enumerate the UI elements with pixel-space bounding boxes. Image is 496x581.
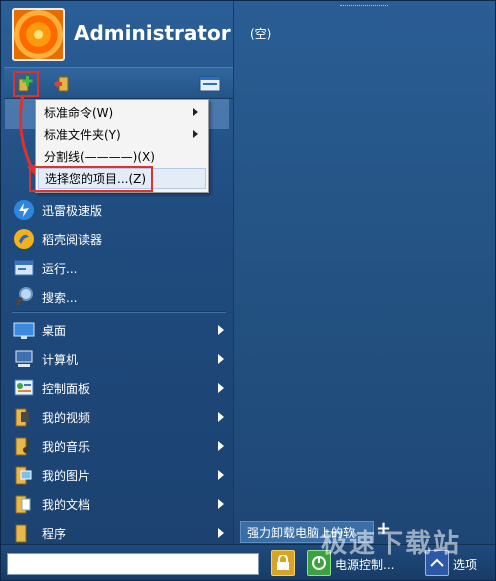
folder-programs-icon: [12, 521, 36, 545]
folder-music-icon: [12, 434, 36, 458]
submenu-arrow-icon: [218, 499, 224, 509]
menu-item-label: 迅雷极速版: [42, 203, 103, 218]
computer-icon: [12, 347, 36, 371]
exit-door-icon: [54, 76, 69, 92]
menu-item-label: 运行...: [42, 261, 78, 276]
user-name: Administrator: [74, 21, 231, 45]
ctx-standard-folders[interactable]: 标准文件夹(Y): [38, 124, 206, 145]
menu-item-label: 稻壳阅读器: [42, 232, 103, 247]
grip-handle[interactable]: [340, 5, 388, 8]
search-input[interactable]: [7, 553, 259, 575]
ctx-label: 标准文件夹(Y): [44, 128, 121, 142]
reader-icon: [12, 227, 36, 251]
avatar[interactable]: [12, 8, 65, 61]
submenu-arrow-icon: [218, 354, 224, 364]
desktop-icon: [12, 318, 36, 342]
empty-label: (空): [250, 27, 272, 41]
search-icon: [12, 285, 36, 309]
menu-item-label: 我的文档: [42, 497, 91, 512]
lock-button[interactable]: [271, 550, 295, 576]
submenu-arrow-icon: [218, 528, 224, 538]
ctx-separator-item[interactable]: 分割线(————)(X): [38, 146, 206, 167]
menu-item-reader[interactable]: 稻壳阅读器: [8, 225, 228, 253]
watermark: 极速下载站: [321, 529, 462, 559]
menu-item-search[interactable]: 搜索...: [8, 283, 228, 311]
right-panel: (空) 强力卸载电脑上的软 +: [233, 1, 495, 544]
submenu-arrow-icon: [193, 108, 198, 116]
lock-icon: [277, 555, 289, 570]
menu-item-label: 桌面: [42, 323, 67, 338]
menu-item-label: 程序: [42, 526, 67, 541]
submenu-arrow-icon: [218, 470, 224, 480]
view-button[interactable]: [197, 71, 223, 97]
menu-item-my-videos[interactable]: 我的视频: [8, 403, 228, 431]
menu-item-label: 我的视频: [42, 410, 91, 425]
user-header: Administrator: [4, 4, 233, 64]
menu-item-programs[interactable]: 程序: [8, 519, 228, 547]
menu-item-desktop[interactable]: 桌面: [8, 316, 228, 344]
separator: [12, 311, 226, 313]
highlight-box: [29, 166, 153, 192]
add-item-icon: [18, 76, 33, 92]
menu-item-label: 控制面板: [42, 381, 91, 396]
control-panel-icon: [12, 376, 36, 400]
submenu-arrow-icon: [193, 130, 198, 138]
left-panel: Administrator 迅雷极速版 稻壳阅读器 运行... 搜索... 桌面…: [4, 4, 233, 544]
ctx-label: 分割线(————)(X): [44, 150, 155, 164]
exit-button[interactable]: [49, 71, 75, 97]
submenu-arrow-icon: [218, 383, 224, 393]
folder-pictures-icon: [12, 463, 36, 487]
folder-video-icon: [12, 405, 36, 429]
menu-item-label: 我的图片: [42, 468, 91, 483]
run-icon: [12, 256, 36, 280]
menu-item-my-pictures[interactable]: 我的图片: [8, 461, 228, 489]
menu-item-label: 计算机: [42, 352, 79, 367]
menu-item-label: 搜索...: [42, 290, 78, 305]
submenu-arrow-icon: [218, 412, 224, 422]
start-menu: Administrator 迅雷极速版 稻壳阅读器 运行... 搜索... 桌面…: [0, 0, 496, 581]
submenu-arrow-icon: [218, 441, 224, 451]
window-icon: [199, 76, 221, 92]
menu-item-thunder[interactable]: 迅雷极速版: [8, 196, 228, 224]
thunder-icon: [12, 198, 36, 222]
folder-documents-icon: [12, 492, 36, 516]
menu-item-my-documents[interactable]: 我的文档: [8, 490, 228, 518]
menu-item-computer[interactable]: 计算机: [8, 345, 228, 373]
menu-item-label: 我的音乐: [42, 439, 91, 454]
menu-item-control-panel[interactable]: 控制面板: [8, 374, 228, 402]
submenu-arrow-icon: [218, 325, 224, 335]
ctx-standard-commands[interactable]: 标准命令(W): [38, 102, 206, 123]
menu-item-my-music[interactable]: 我的音乐: [8, 432, 228, 460]
menu-item-run[interactable]: 运行...: [8, 254, 228, 282]
ctx-label: 标准命令(W): [44, 106, 114, 120]
